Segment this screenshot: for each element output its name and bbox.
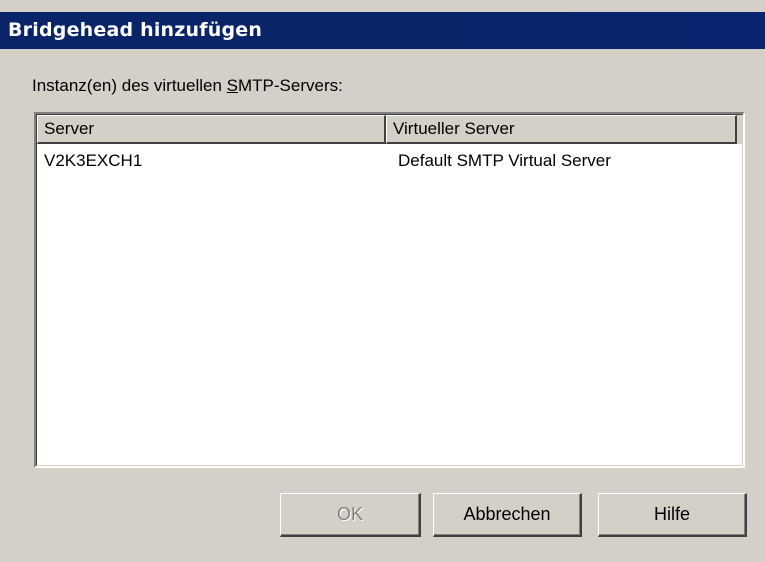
smtp-instances-label-prefix: Instanz(en) des virtuellen [32, 76, 227, 95]
help-button[interactable]: Hilfe [598, 493, 747, 537]
cell-virtual-server: Default SMTP Virtual Server [398, 151, 611, 170]
column-header-virtual-server[interactable]: Virtueller Server [386, 115, 737, 144]
list-row[interactable]: V2K3EXCH1 Default SMTP Virtual Server [37, 148, 742, 174]
ok-button-label: OK [336, 504, 363, 524]
smtp-instances-label-suffix: MTP-Servers: [238, 76, 343, 95]
ok-button[interactable]: OK [280, 493, 421, 537]
dialog-title: Bridgehead hinzufügen [8, 19, 263, 41]
cell-server: V2K3EXCH1 [44, 151, 143, 170]
list-header: Server Virtueller Server [37, 115, 742, 144]
list-frame: Server Virtueller Server V2K3EXCH1 Defau… [36, 114, 743, 466]
column-header-server[interactable]: Server [37, 115, 386, 144]
help-button-label: Hilfe [653, 504, 690, 524]
dialog-window: Bridgehead hinzufügen Instanz(en) des vi… [0, 0, 765, 562]
smtp-instances-label-mnemonic: S [226, 76, 238, 95]
title-bar[interactable]: Bridgehead hinzufügen [0, 12, 765, 49]
smtp-server-list[interactable]: Server Virtueller Server V2K3EXCH1 Defau… [34, 112, 745, 468]
cancel-button[interactable]: Abbrechen [433, 493, 582, 537]
cancel-button-label: Abbrechen [463, 504, 551, 524]
smtp-instances-label: Instanz(en) des virtuellen SMTP-Servers: [32, 76, 343, 96]
